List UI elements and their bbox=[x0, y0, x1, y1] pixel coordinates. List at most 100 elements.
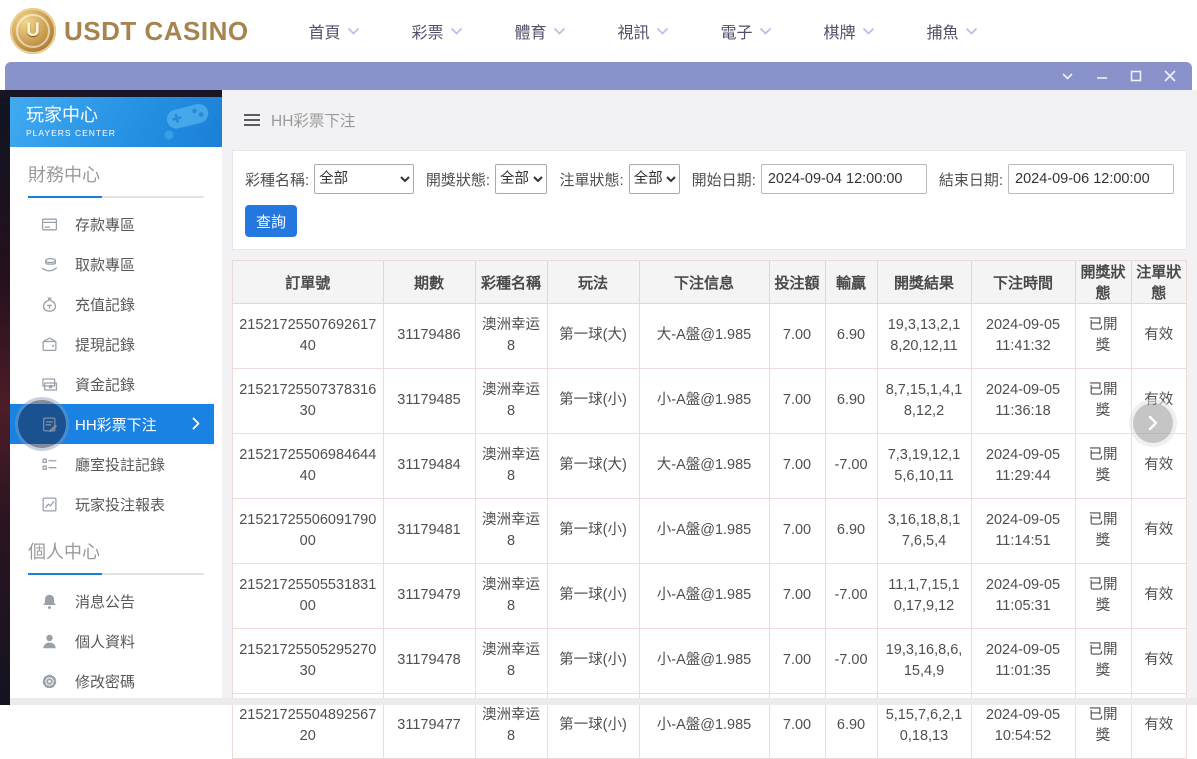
cell-bet-info: 小-A盤@1.985 bbox=[638, 563, 769, 629]
end-date-input[interactable] bbox=[1008, 164, 1174, 194]
breadcrumb: HH彩票下注 bbox=[222, 90, 1197, 150]
sidebar-item-bell[interactable]: 消息公告 bbox=[10, 581, 222, 621]
lottery-name-label: 彩種名稱: bbox=[245, 171, 310, 189]
sidebar-item-label: 修改密碼 bbox=[75, 673, 136, 691]
order-status-select[interactable]: 全部 bbox=[628, 164, 680, 194]
background-edge bbox=[0, 90, 222, 97]
cell-period: 31179479 bbox=[382, 563, 475, 629]
window-close-icon[interactable] bbox=[1163, 70, 1176, 83]
cell-win-loss: -7.00 bbox=[824, 628, 877, 694]
top-header: U USDT CASINO 首頁 彩票 體育 視訊 電子 棋牌 捕魚 bbox=[0, 0, 1197, 62]
cell-lottery-name: 澳洲幸运8 bbox=[474, 433, 547, 499]
window-minimize-icon[interactable] bbox=[1095, 70, 1108, 83]
cell-bet-info: 大-A盤@1.985 bbox=[638, 303, 769, 369]
nav-item-1[interactable]: 首頁 bbox=[282, 19, 385, 43]
nav-item-3[interactable]: 體育 bbox=[488, 19, 591, 43]
sidebar-item-list[interactable]: 廳室投註記錄 bbox=[10, 444, 222, 484]
nav-item-label: 首頁 bbox=[308, 25, 341, 42]
col-header-order-no: 訂單號 bbox=[233, 261, 383, 304]
col-header-bet-info: 下注信息 bbox=[638, 261, 769, 304]
order-status-label: 注單狀態: bbox=[559, 171, 624, 189]
sidebar-item-withdraw-hand[interactable]: 取款專區 bbox=[10, 244, 222, 284]
cell-bet-info: 大-A盤@1.985 bbox=[638, 433, 769, 499]
banner-text: 玩家中心 PLAYERS CENTER bbox=[26, 105, 116, 138]
banner-title: 玩家中心 bbox=[26, 105, 98, 126]
table-row: 2152172550769261740 31179486 澳洲幸运8 第一球(大) 大-… bbox=[233, 303, 1186, 369]
wallet-icon bbox=[40, 335, 58, 353]
deposit-card-icon bbox=[40, 215, 58, 233]
filter-row: 彩種名稱: 全部 開獎狀態: 全部 注單狀態: 全部 開始日期: 結束日期: bbox=[245, 164, 1174, 194]
cell-period: 31179478 bbox=[382, 628, 475, 694]
cell-draw-status: 已開獎 bbox=[1074, 303, 1131, 369]
draw-status-select[interactable]: 全部 bbox=[495, 164, 548, 194]
cell-win-loss: -7.00 bbox=[824, 563, 877, 629]
withdraw-hand-icon bbox=[40, 255, 58, 273]
cell-order-status: 有效 bbox=[1130, 303, 1186, 369]
sidebar-item-deposit-card[interactable]: 存款專區 bbox=[10, 204, 222, 244]
sidebar-item-label: HH彩票下注 bbox=[75, 416, 157, 434]
window-body: 玩家中心 PLAYERS CENTER 財務中心存款專區 取款專區充值記錄提現記錄… bbox=[0, 90, 1197, 759]
table-header-row: 訂單號 期數 彩種名稱 玩法 下注信息 投注額 輸贏 開獎結果 下注時間 開獎狀態 注單狀態 bbox=[233, 261, 1186, 304]
cell-order-status: 有效 bbox=[1130, 433, 1186, 499]
cell-draw-result: 19,3,13,2,18,20,12,11 bbox=[876, 303, 971, 369]
cell-bet-time: 2024-09-05 11:41:32 bbox=[970, 303, 1075, 369]
cell-draw-status: 已開獎 bbox=[1074, 628, 1131, 694]
sidebar-item-label: 充值記錄 bbox=[75, 296, 136, 314]
nav-item-label: 棋牌 bbox=[823, 25, 856, 42]
nav-item-4[interactable]: 視訊 bbox=[591, 19, 694, 43]
nav-item-6[interactable]: 棋牌 bbox=[797, 19, 900, 43]
sidebar-item-person[interactable]: 個人資料 bbox=[10, 621, 222, 661]
cell-play-type: 第一球(大) bbox=[546, 433, 639, 499]
site-logo[interactable]: U USDT CASINO bbox=[0, 8, 248, 54]
gamepad-icon bbox=[158, 98, 216, 147]
sidebar-item-banknotes[interactable]: 資金記錄 bbox=[10, 364, 222, 404]
chevron-down-icon bbox=[347, 22, 359, 40]
sidebar-item-wallet[interactable]: 提現記錄 bbox=[10, 324, 222, 364]
nav-item-label: 捕魚 bbox=[926, 25, 959, 42]
table-row: 2152172550529527030 31179478 澳洲幸运8 第一球(小) 小-… bbox=[233, 628, 1186, 694]
start-date-input[interactable] bbox=[760, 164, 927, 194]
cell-period: 31179481 bbox=[382, 498, 475, 564]
nav-item-2[interactable]: 彩票 bbox=[385, 19, 488, 43]
sidebar-item-gear[interactable]: 修改密碼 bbox=[10, 661, 222, 701]
bottom-strip bbox=[10, 698, 1197, 705]
section-title-1: 財務中心 bbox=[28, 165, 100, 185]
cell-draw-result: 3,16,18,8,17,6,5,4 bbox=[876, 498, 971, 564]
menu-hamburger-icon[interactable] bbox=[244, 114, 260, 126]
nav-item-label: 電子 bbox=[720, 25, 753, 42]
end-date-label: 結束日期: bbox=[938, 171, 1003, 189]
cell-play-type: 第一球(小) bbox=[546, 498, 639, 564]
cell-lottery-name: 澳洲幸运8 bbox=[474, 563, 547, 629]
lottery-name-select[interactable]: 全部 bbox=[314, 164, 414, 194]
carousel-next-button[interactable] bbox=[1133, 403, 1173, 443]
cell-bet-amount: 7.00 bbox=[768, 628, 825, 694]
cell-lottery-name: 澳洲幸运8 bbox=[474, 498, 547, 564]
sidebar-item-label: 提現記錄 bbox=[75, 336, 136, 354]
cell-bet-time: 2024-09-05 11:36:18 bbox=[970, 368, 1075, 434]
bell-icon bbox=[40, 592, 58, 610]
col-header-bet-amount: 投注額 bbox=[768, 261, 825, 304]
nav-item-5[interactable]: 電子 bbox=[694, 19, 797, 43]
cell-draw-result: 11,1,7,15,10,17,9,12 bbox=[876, 563, 971, 629]
nav-item-label: 彩票 bbox=[411, 25, 444, 42]
cell-bet-info: 小-A盤@1.985 bbox=[638, 498, 769, 564]
sidebar-item-report-chart[interactable]: 玩家投注報表 bbox=[10, 484, 222, 524]
section-underline bbox=[28, 196, 204, 198]
sidebar-item-moneybag[interactable]: 充值記錄 bbox=[10, 284, 222, 324]
nav-item-label: 體育 bbox=[514, 25, 547, 42]
bet-note-icon bbox=[40, 415, 58, 433]
person-icon bbox=[40, 632, 58, 650]
search-button[interactable]: 查詢 bbox=[245, 205, 297, 237]
nav-item-7[interactable]: 捕魚 bbox=[900, 19, 1003, 43]
window-maximize-icon[interactable] bbox=[1129, 70, 1142, 83]
cell-period: 31179484 bbox=[382, 433, 475, 499]
coin-logo-icon: U bbox=[10, 8, 56, 54]
bet-table: 訂單號 期數 彩種名稱 玩法 下注信息 投注額 輸贏 開獎結果 下注時間 開獎狀態 注單狀態 215… bbox=[233, 261, 1186, 758]
sidebar-item-label: 個人資料 bbox=[75, 633, 136, 651]
cell-draw-result: 19,3,16,8,6,15,4,9 bbox=[876, 628, 971, 694]
sidebar-item-bet-note[interactable]: HH彩票下注 bbox=[10, 400, 214, 448]
window-chevron-down-icon[interactable] bbox=[1061, 70, 1074, 83]
cell-bet-time: 2024-09-05 11:01:35 bbox=[970, 628, 1075, 694]
cell-bet-amount: 7.00 bbox=[768, 498, 825, 564]
cell-draw-status: 已開獎 bbox=[1074, 433, 1131, 499]
